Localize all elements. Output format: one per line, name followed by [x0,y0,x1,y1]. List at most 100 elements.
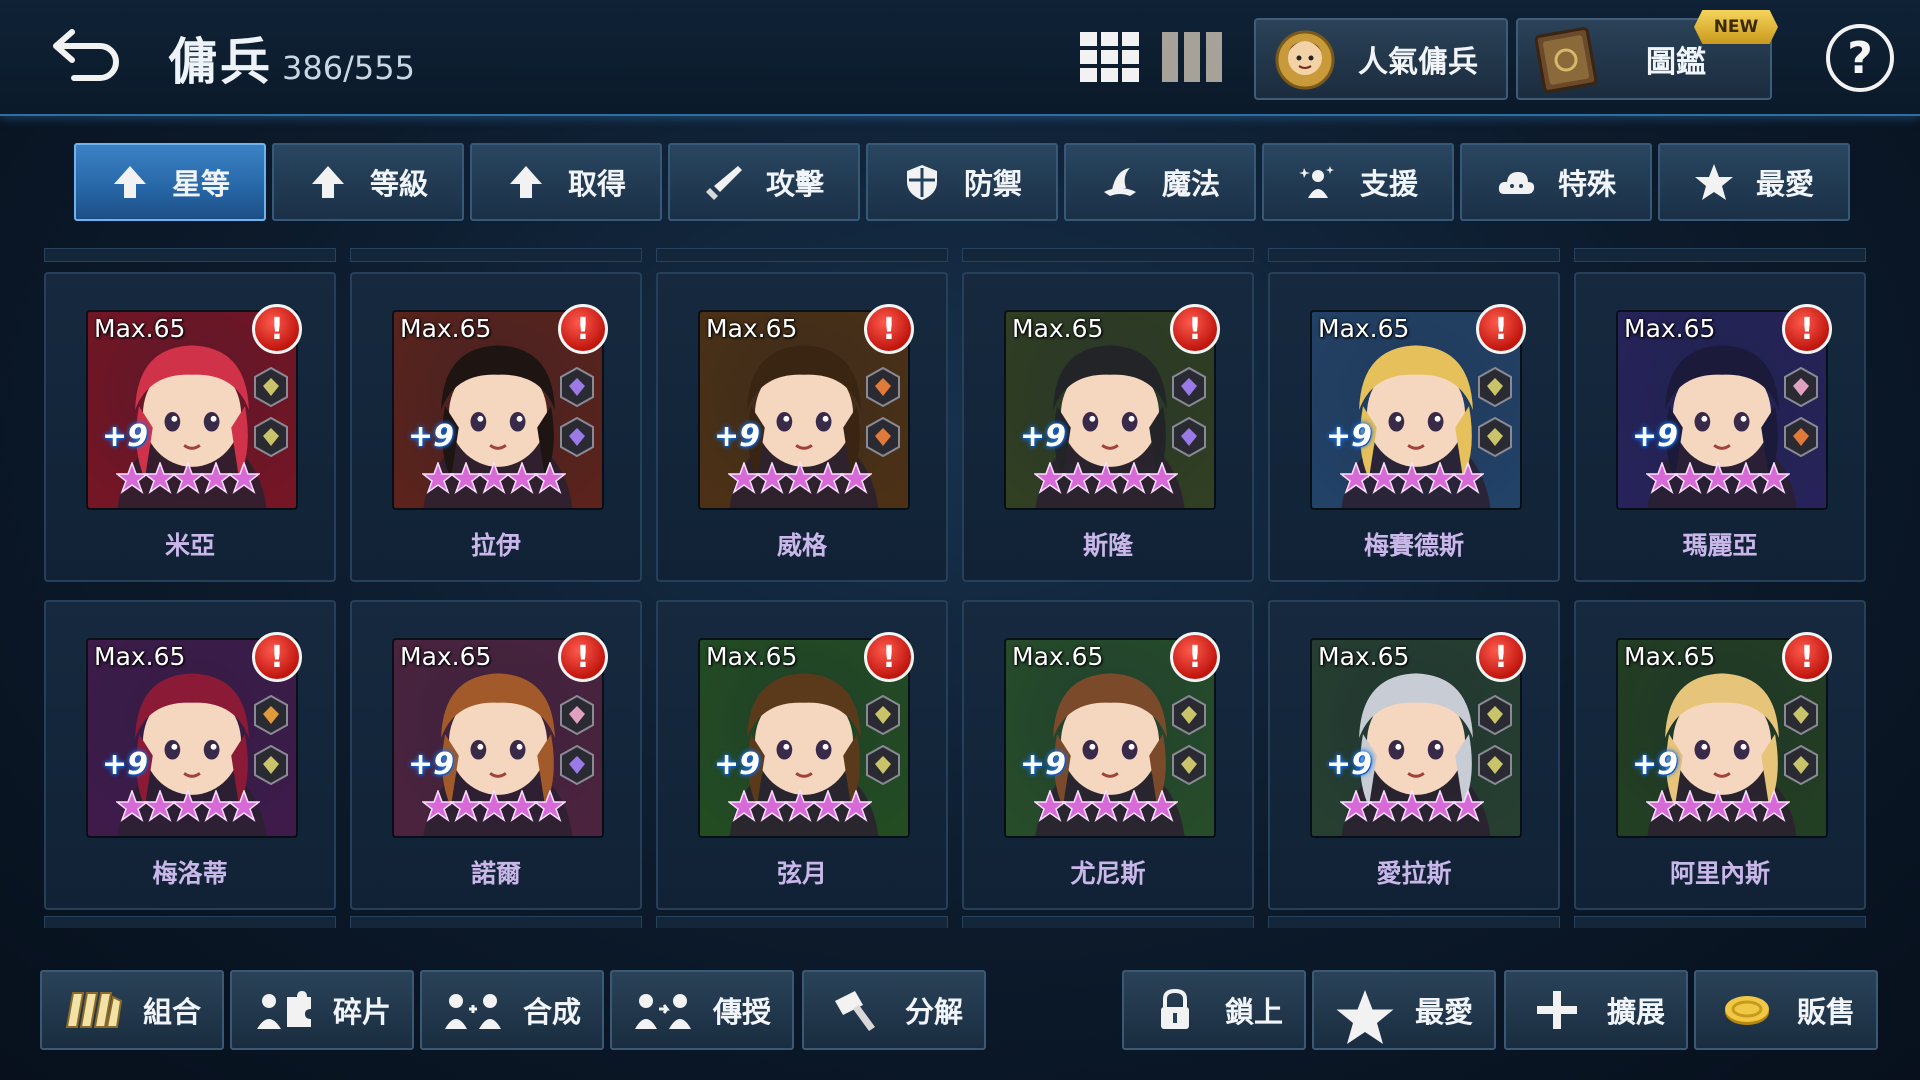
alert-icon: ! [252,304,302,354]
hero-card[interactable]: Max.65! +9 梅洛蒂 [44,600,336,910]
enhancement-badge: +9 [101,418,148,454]
tab-sort-0[interactable]: 星等 [74,143,266,221]
star-icon [1335,987,1395,1044]
title-group: 傭兵 386/555 [168,22,415,94]
alert-icon: ! [1170,304,1220,354]
star-icon [226,460,262,498]
rune-slot-icon [1476,416,1514,458]
action-label: 販售 [1796,995,1855,1029]
hero-max-level: Max.65 [706,642,798,671]
popular-heroes-label: 人氣傭兵 [1358,45,1478,80]
enhancement-badge: +9 [1325,418,1372,454]
list-view-button[interactable] [1160,30,1224,84]
action-label: 鎖上 [1224,995,1283,1029]
bottom_left-button-1[interactable]: 碎片 [230,970,414,1050]
rune-slot-icon [1476,694,1514,736]
star-icon [198,460,234,498]
tab-sort-4[interactable]: 防禦 [866,143,1058,221]
rune-slot-icon [864,744,902,786]
enhancement-badge: +9 [1019,418,1066,454]
hero-name: 梅賽德斯 [1363,531,1464,560]
star-icon [532,460,568,498]
rune-slot-icon [1476,744,1514,786]
hero-name: 尤尼斯 [1070,859,1146,888]
transfer-icon [633,987,693,1033]
star-icon [1338,460,1374,498]
star-icon [1060,788,1096,826]
hero-card[interactable]: Max.65! +9 威格 [656,272,948,582]
star-icon [1394,788,1430,826]
bottom_right-button-0[interactable]: 鎖上 [1122,970,1306,1050]
hero-name: 瑪麗亞 [1682,531,1758,560]
star-icon [754,460,790,498]
star-icon [448,788,484,826]
hero-card[interactable]: Max.65! +9 拉伊 [350,272,642,582]
page-title: 傭兵 [168,33,272,91]
star-icon [1144,460,1180,498]
tab-sort-7[interactable]: 特殊 [1460,143,1652,221]
bottom_right-button-2[interactable]: 擴展 [1504,970,1688,1050]
tab-sort-6[interactable]: 支援 [1262,143,1454,221]
enhancement-badge: +9 [713,746,760,782]
star-icon [1116,788,1152,826]
help-button[interactable]: ? [1826,24,1894,92]
hero-name: 斯隆 [1082,531,1133,560]
bottom_left-button-0[interactable]: 組合 [40,970,224,1050]
tab-sort-8[interactable]: 最愛 [1658,143,1850,221]
tab-sort-1[interactable]: 等級 [272,143,464,221]
hero-card[interactable]: Max.65! +9 愛拉斯 [1268,600,1560,910]
star-icon [1450,788,1486,826]
star-icon [420,788,456,826]
enhancement-badge: +9 [101,746,148,782]
hero-card[interactable]: Max.65! +9 米亞 [44,272,336,582]
hero-count: 386/555 [282,49,415,87]
star-icon [1728,460,1764,498]
hero-card[interactable]: Max.65! +9 斯隆 [962,272,1254,582]
sort-filter-tabs: 星等 等級 取得 攻擊 防禦 魔法 支援 特殊 最愛 [74,143,1850,221]
hero-name: 拉伊 [470,531,521,560]
hero-name: 米亞 [164,531,215,560]
tab-sort-5[interactable]: 魔法 [1064,143,1256,221]
hero-card[interactable]: Max.65! +9 瑪麗亞 [1574,272,1866,582]
hero-card[interactable]: Max.65! +9 梅賽德斯 [1268,272,1560,582]
rune-slot-icon [1170,416,1208,458]
tab-sort-2[interactable]: 取得 [470,143,662,221]
bottom_right-button-1[interactable]: 最愛 [1312,970,1496,1050]
star-icon [1366,788,1402,826]
hero-max-level: Max.65 [94,642,186,671]
action-label: 最愛 [1414,995,1473,1029]
bottom_right-button-3[interactable]: 販售 [1694,970,1878,1050]
popular-heroes-button[interactable]: 人氣傭兵 [1254,18,1508,100]
back-button[interactable] [44,22,128,86]
star-icon [782,788,818,826]
grid-view-icon [1080,32,1139,82]
laurel-face-icon [1275,30,1335,90]
hero-grid[interactable]: Max.65! +9 米亞 Max.65! +9 拉伊 Max.65 ! +9 … [44,248,1876,928]
arrow-up-icon [308,162,348,202]
action-label: 組合 [142,995,201,1029]
star-rating [1032,788,1180,826]
tab-sort-3[interactable]: 攻擊 [668,143,860,221]
rune-slot-icon [252,366,290,408]
lock-icon [1145,987,1205,1033]
rune-slot-icon [1782,744,1820,786]
grid-view-button[interactable] [1078,30,1142,84]
previous-row-peek [44,248,1876,262]
star-icon [114,788,150,826]
hero-name: 諾爾 [470,859,521,888]
hero-card[interactable]: Max.65! +9 弦月 [656,600,948,910]
bottom_left-button-4[interactable]: 分解 [802,970,986,1050]
hero-max-level: Max.65 [706,314,798,343]
rune-slot-icon [864,416,902,458]
rune-slot-icon [558,744,596,786]
bottom_left-button-3[interactable]: 傳授 [610,970,794,1050]
action-label: 碎片 [332,995,391,1029]
hero-card[interactable]: Max.65! +9 諾爾 [350,600,642,910]
tab-label: 星等 [171,167,230,201]
bottom_left-button-2[interactable]: 合成 [420,970,604,1050]
codex-button[interactable]: 圖鑑 NEW [1516,10,1778,100]
hero-card[interactable]: Max.65! +9 阿里內斯 [1574,600,1866,910]
arrow-up-icon [110,162,150,202]
hero-card[interactable]: Max.65! +9 尤尼斯 [962,600,1254,910]
hero-max-level: Max.65 [1318,642,1410,671]
